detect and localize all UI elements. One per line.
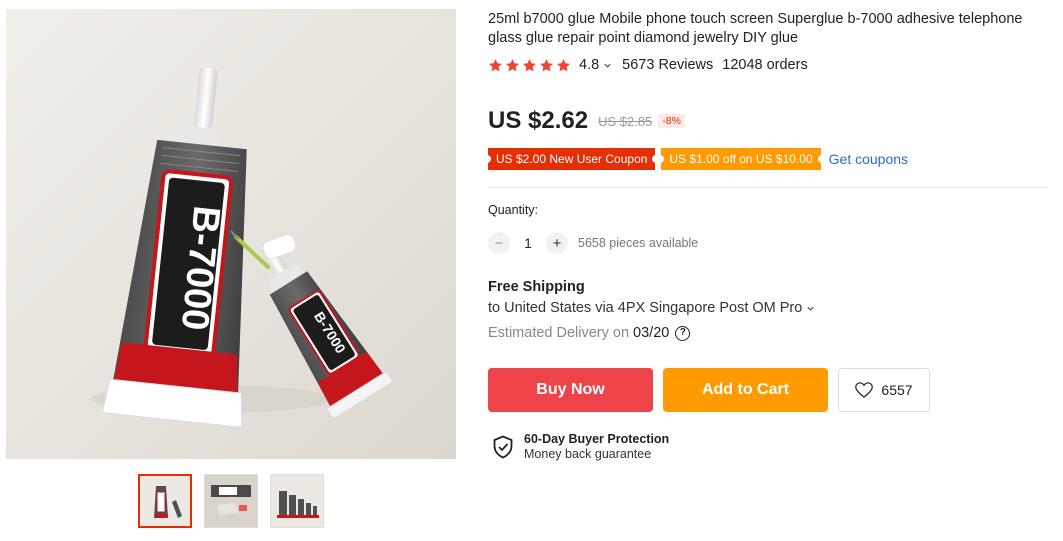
chevron-down-icon[interactable] — [603, 61, 612, 70]
quantity-decrease-button[interactable]: − — [488, 232, 510, 254]
price-row: US $2.62 US $2.85 -8% — [488, 106, 685, 136]
estimated-delivery: Estimated Delivery on 03/20 ? — [488, 325, 691, 341]
orders-count: 12048 orders — [722, 57, 808, 73]
delivery-label: Estimated Delivery on — [488, 325, 630, 341]
chevron-down-icon — [807, 306, 814, 311]
shipping-title: Free Shipping — [488, 279, 585, 295]
wishlist-button[interactable]: 6557 — [838, 368, 930, 412]
wishlist-count: 6557 — [881, 382, 913, 398]
divider — [488, 187, 1048, 188]
add-to-cart-button[interactable]: Add to Cart — [663, 368, 828, 412]
store-coupon[interactable]: US $1.00 off on US $10.00 — [658, 148, 824, 170]
product-title: 25ml b7000 glue Mobile phone touch scree… — [488, 11, 1023, 46]
original-price: US $2.85 — [598, 113, 653, 129]
buyer-protection: 60-Day Buyer Protection Money back guara… — [492, 432, 669, 462]
quantity-stepper: − 1 + 5658 pieces available — [488, 231, 698, 255]
shield-check-icon — [493, 435, 513, 459]
new-user-coupon[interactable]: US $2.00 New User Coupon — [484, 148, 659, 170]
get-coupons-link[interactable]: Get coupons — [829, 151, 908, 167]
protection-title: 60-Day Buyer Protection — [524, 432, 670, 446]
shipping-destination[interactable]: to United States via 4PX Singapore Post … — [488, 300, 802, 316]
buy-now-button[interactable]: Buy Now — [488, 368, 653, 412]
thumbnail-strip — [138, 474, 324, 528]
discount-badge: -8% — [658, 114, 685, 128]
help-icon[interactable]: ? — [675, 325, 691, 341]
main-product-image: B-7000 B-7000 — [6, 9, 456, 459]
star-icon — [523, 58, 536, 71]
protection-subtitle: Money back guarantee — [524, 447, 652, 461]
thumbnail-2[interactable] — [204, 474, 258, 528]
quantity-input[interactable]: 1 — [510, 236, 546, 251]
thumbnail-1[interactable] — [138, 474, 192, 528]
coupon-row: US $2.00 New User Coupon US $1.00 off on… — [484, 148, 908, 170]
current-price: US $2.62 — [488, 107, 589, 134]
rating-row: 4.8 5673 Reviews 12048 orders — [488, 56, 808, 74]
rating-value[interactable]: 4.8 — [579, 57, 599, 73]
delivery-date: 03/20 — [633, 325, 670, 341]
star-icon — [540, 58, 553, 71]
star-rating — [488, 58, 571, 73]
quantity-label: Quantity: — [488, 203, 539, 217]
shipping-method[interactable]: to United States via 4PX Singapore Post … — [488, 300, 825, 316]
star-icon — [489, 58, 502, 71]
heart-icon — [855, 382, 874, 398]
star-icon — [557, 58, 570, 71]
stock-available: 5658 pieces available — [578, 236, 699, 250]
star-icon — [506, 58, 519, 71]
thumbnail-3[interactable] — [270, 474, 324, 528]
reviews-count[interactable]: 5673 Reviews — [622, 57, 713, 73]
quantity-increase-button[interactable]: + — [546, 232, 568, 254]
